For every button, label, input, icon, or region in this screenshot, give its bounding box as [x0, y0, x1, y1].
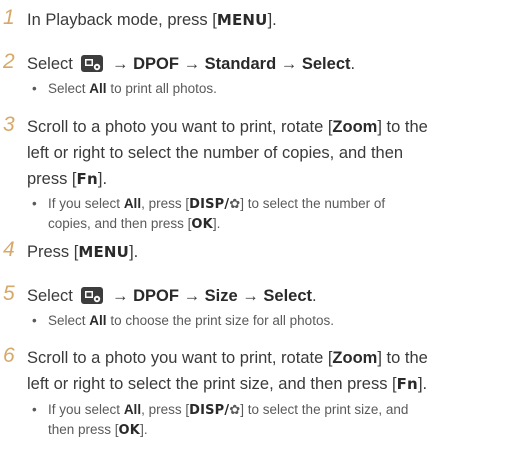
step-text: Select → DPOF → Size → Select.: [27, 286, 317, 305]
macro-flower-icon: ✿: [229, 197, 241, 212]
step-number: 6: [3, 344, 15, 367]
step-note: Select All to print all photos.: [30, 79, 508, 98]
ok-key: OK: [191, 217, 213, 232]
step-note: If you select All, press [DISP/✿] to sel…: [30, 400, 508, 440]
step-number: 5: [3, 282, 15, 305]
ok-key: OK: [118, 423, 141, 438]
step-text: Scroll to a photo you want to print, rot…: [27, 349, 428, 393]
print-settings-icon: [81, 54, 104, 72]
step-note: Select All to choose the print size for …: [30, 311, 508, 330]
step-number: 1: [3, 6, 15, 29]
step-text: Press [MENU].: [27, 243, 139, 261]
step-text: Scroll to a photo you want to print, rot…: [27, 118, 428, 188]
step-number: 4: [3, 238, 15, 261]
step-number: 3: [3, 113, 15, 136]
menu-key: MENU: [78, 243, 130, 261]
macro-flower-icon: ✿: [229, 403, 241, 418]
zoom-key: Zoom: [332, 349, 378, 367]
step-note: If you select All, press [DISP/✿] to sel…: [30, 194, 508, 234]
step-text: Select → DPOF → Standard → Select.: [27, 54, 356, 73]
disp-key: DISP: [189, 403, 225, 418]
print-settings-icon: [81, 286, 104, 304]
zoom-key: Zoom: [332, 118, 378, 136]
step-number: 2: [3, 50, 15, 73]
menu-key: MENU: [216, 11, 268, 29]
step-text: In Playback mode, press [MENU].: [27, 11, 277, 29]
fn-key: Fn: [396, 375, 418, 393]
disp-key: DISP: [189, 197, 225, 212]
fn-key: Fn: [76, 170, 98, 188]
